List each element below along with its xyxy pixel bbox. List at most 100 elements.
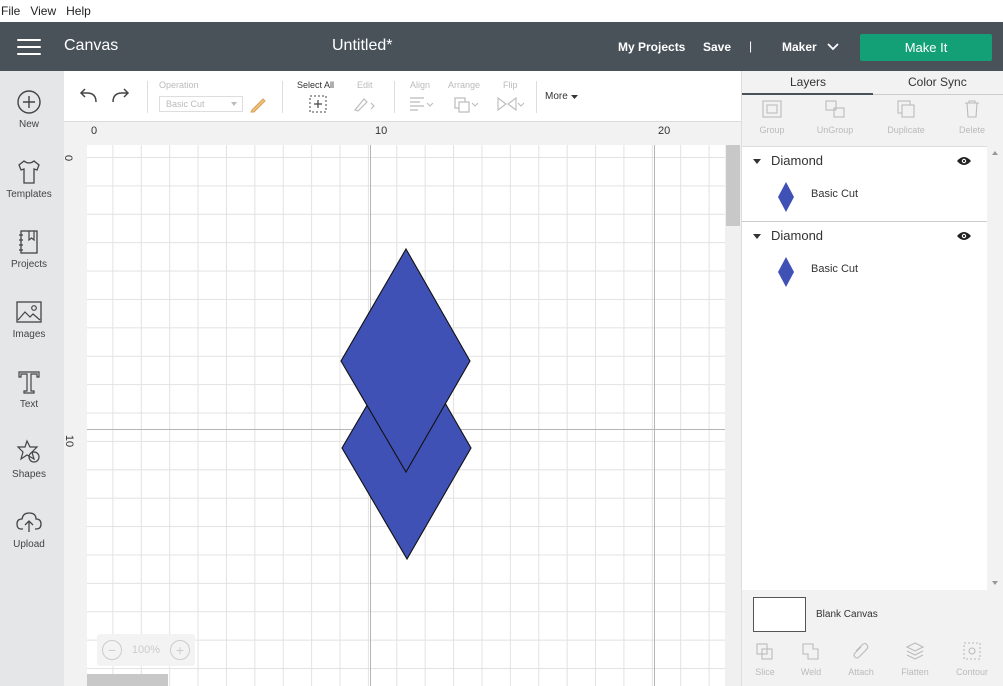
attach-label: Attach xyxy=(848,667,874,677)
group-icon xyxy=(762,100,782,118)
hamburger-menu-icon[interactable] xyxy=(17,39,41,55)
sidebar-item-shapes[interactable]: Shapes xyxy=(0,438,58,480)
blank-canvas-swatch[interactable] xyxy=(753,597,806,632)
sidebar-item-new[interactable]: New xyxy=(0,88,58,130)
scrollbar-thumb[interactable] xyxy=(726,145,740,226)
sidebar-item-upload[interactable]: Upload xyxy=(0,508,58,550)
align-icon[interactable] xyxy=(408,96,434,112)
undo-icon[interactable] xyxy=(78,87,100,105)
image-icon xyxy=(16,301,42,323)
contour-label: Contour xyxy=(955,667,989,677)
more-label: More xyxy=(545,91,568,102)
text-t-icon xyxy=(18,371,40,394)
shapes-icon xyxy=(16,439,40,463)
sidebar-item-projects[interactable]: Projects xyxy=(0,228,58,270)
canvas-vertical-scrollbar[interactable] xyxy=(725,145,741,686)
sidebar-item-templates[interactable]: Templates xyxy=(0,158,58,200)
bookmark-book-icon xyxy=(19,230,38,254)
app-header: Canvas Untitled* My Projects Save | Make… xyxy=(0,22,1003,71)
sidebar-item-label: New xyxy=(18,119,39,130)
arrange-label: Arrange xyxy=(448,80,481,90)
tab-layers[interactable]: Layers xyxy=(790,75,826,89)
flip-label: Flip xyxy=(503,80,518,90)
layer-group[interactable]: Diamond Basic Cut xyxy=(742,147,987,222)
grid-major-line xyxy=(654,145,655,686)
duplicate-action[interactable]: Duplicate xyxy=(876,95,936,135)
diamond-thumbnail-icon xyxy=(778,257,794,287)
ruler-label: 0 xyxy=(91,125,98,137)
design-canvas-grid[interactable] xyxy=(87,145,725,686)
select-all-label: Select All xyxy=(297,80,335,90)
weld-icon xyxy=(802,643,819,660)
menu-file[interactable]: File xyxy=(1,4,26,18)
zoom-control: − 100% + xyxy=(97,634,195,666)
select-all-icon[interactable] xyxy=(308,94,328,114)
zoom-out-button[interactable]: − xyxy=(102,640,122,660)
layers-list: Diamond Basic Cut Diamond Basic Cut xyxy=(742,146,987,590)
grid-major-line xyxy=(370,145,371,686)
redo-icon[interactable] xyxy=(109,87,131,105)
edit-label: Edit xyxy=(357,80,373,90)
eye-icon[interactable] xyxy=(956,155,972,167)
tab-color-sync[interactable]: Color Sync xyxy=(908,75,967,89)
arrange-icon[interactable] xyxy=(453,95,479,113)
sidebar-item-label: Images xyxy=(12,329,46,340)
attach-action[interactable]: Attach xyxy=(836,641,886,677)
layer-operation: Basic Cut xyxy=(811,188,859,200)
delete-label: Delete xyxy=(958,125,985,135)
slice-icon xyxy=(756,643,773,660)
flatten-action[interactable]: Flatten xyxy=(890,641,940,677)
ruler-label: 0 xyxy=(62,154,75,162)
diamond-thumbnail-icon xyxy=(778,182,794,212)
weld-action[interactable]: Weld xyxy=(786,641,836,677)
group-label: Group xyxy=(759,125,785,135)
pen-icon[interactable] xyxy=(249,95,267,113)
make-it-button[interactable]: Make It xyxy=(860,34,992,61)
scroll-down-icon[interactable] xyxy=(992,581,998,585)
edit-toolbar: Operation Basic Cut Select All Edit Alig… xyxy=(64,71,741,122)
contour-icon xyxy=(963,642,981,660)
zoom-level: 100% xyxy=(131,644,161,656)
save-link[interactable]: Save xyxy=(703,40,731,54)
layer-group[interactable]: Diamond Basic Cut xyxy=(742,221,987,296)
canvas-horizontal-scrollbar[interactable] xyxy=(87,674,168,686)
contour-action[interactable]: Contour xyxy=(947,641,997,677)
delete-action[interactable]: Delete xyxy=(942,95,1002,135)
caret-down-icon xyxy=(570,94,578,99)
layers-panel: Layers Color Sync Group UnGroup Duplicat… xyxy=(741,71,1003,686)
scroll-up-icon[interactable] xyxy=(992,151,998,155)
layer-operation: Basic Cut xyxy=(811,263,859,275)
weld-label: Weld xyxy=(800,667,822,677)
flatten-label: Flatten xyxy=(901,667,929,677)
zoom-in-button[interactable]: + xyxy=(169,640,190,660)
duplicate-icon xyxy=(897,100,915,118)
chevron-down-icon xyxy=(827,43,839,51)
caret-down-icon[interactable] xyxy=(753,234,761,239)
top-ruler: 0 10 20 xyxy=(64,122,741,145)
operation-select[interactable]: Basic Cut xyxy=(159,96,243,112)
flip-icon[interactable] xyxy=(496,95,524,113)
trash-icon xyxy=(965,100,979,118)
eye-icon[interactable] xyxy=(956,230,972,242)
document-title: Untitled* xyxy=(332,37,393,54)
ungroup-label: UnGroup xyxy=(816,125,854,135)
more-menu[interactable]: More xyxy=(545,91,579,102)
sidebar-item-label: Templates xyxy=(6,189,52,200)
app-title: Canvas xyxy=(64,37,119,54)
menu-view[interactable]: View xyxy=(30,4,62,18)
sidebar-item-images[interactable]: Images xyxy=(0,298,58,340)
layers-scrollbar[interactable] xyxy=(987,146,1003,590)
align-label: Align xyxy=(410,80,431,90)
caret-down-icon[interactable] xyxy=(753,159,761,164)
slice-action[interactable]: Slice xyxy=(740,641,790,677)
sidebar-item-label: Upload xyxy=(13,539,45,550)
edit-tools-icon[interactable] xyxy=(352,95,378,113)
group-action[interactable]: Group xyxy=(742,95,802,135)
operation-label: Operation xyxy=(159,80,199,90)
machine-selector[interactable]: Maker xyxy=(782,40,839,54)
my-projects-link[interactable]: My Projects xyxy=(618,40,685,54)
menu-help[interactable]: Help xyxy=(66,4,97,18)
left-sidebar: New Templates Projects Images Text Shape… xyxy=(0,71,64,686)
ungroup-action[interactable]: UnGroup xyxy=(805,95,865,135)
sidebar-item-text[interactable]: Text xyxy=(0,368,58,410)
